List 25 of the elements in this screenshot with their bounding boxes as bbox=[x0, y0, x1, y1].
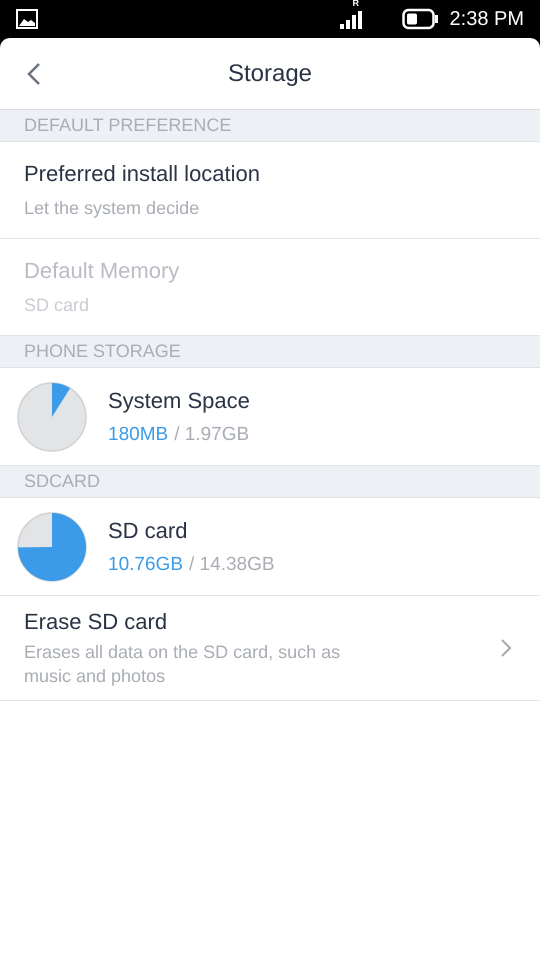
roaming-indicator: R bbox=[352, 0, 360, 8]
usage-pie-chart bbox=[16, 380, 88, 452]
storage-title: SD card bbox=[108, 516, 188, 544]
usage-pie-chart bbox=[16, 510, 88, 582]
total-space: / 1.97GB bbox=[174, 422, 250, 446]
setting-title: Default Memory bbox=[24, 257, 180, 285]
storage-title: System Space bbox=[108, 386, 250, 414]
used-space: 10.76GB bbox=[108, 552, 183, 576]
setting-row[interactable]: Preferred install location Let the system decide bbox=[0, 142, 540, 239]
page-title: Storage bbox=[226, 58, 314, 88]
total-space: / 14.38GB bbox=[189, 552, 275, 576]
signal-icon bbox=[340, 9, 362, 29]
clock: 2:38 PM bbox=[450, 7, 524, 32]
setting-title: Preferred install location bbox=[24, 160, 262, 188]
section-header: SDCARD bbox=[0, 466, 540, 498]
used-space: 180MB bbox=[108, 422, 168, 446]
setting-value: Let the system decide bbox=[24, 197, 200, 220]
section-header: DEFAULT PREFERENCE bbox=[0, 110, 540, 142]
action-title: Erase SD card bbox=[24, 608, 168, 636]
image-icon bbox=[16, 9, 38, 29]
erase-row[interactable]: Erase SD card Erases all data on the SD card, such as music and photos bbox=[0, 596, 540, 701]
section-header: PHONE STORAGE bbox=[0, 336, 540, 368]
action-description: Erases all data on the SD card, such as music and photos bbox=[24, 641, 342, 688]
chevron-right-icon bbox=[500, 638, 512, 658]
battery-icon bbox=[402, 8, 438, 30]
